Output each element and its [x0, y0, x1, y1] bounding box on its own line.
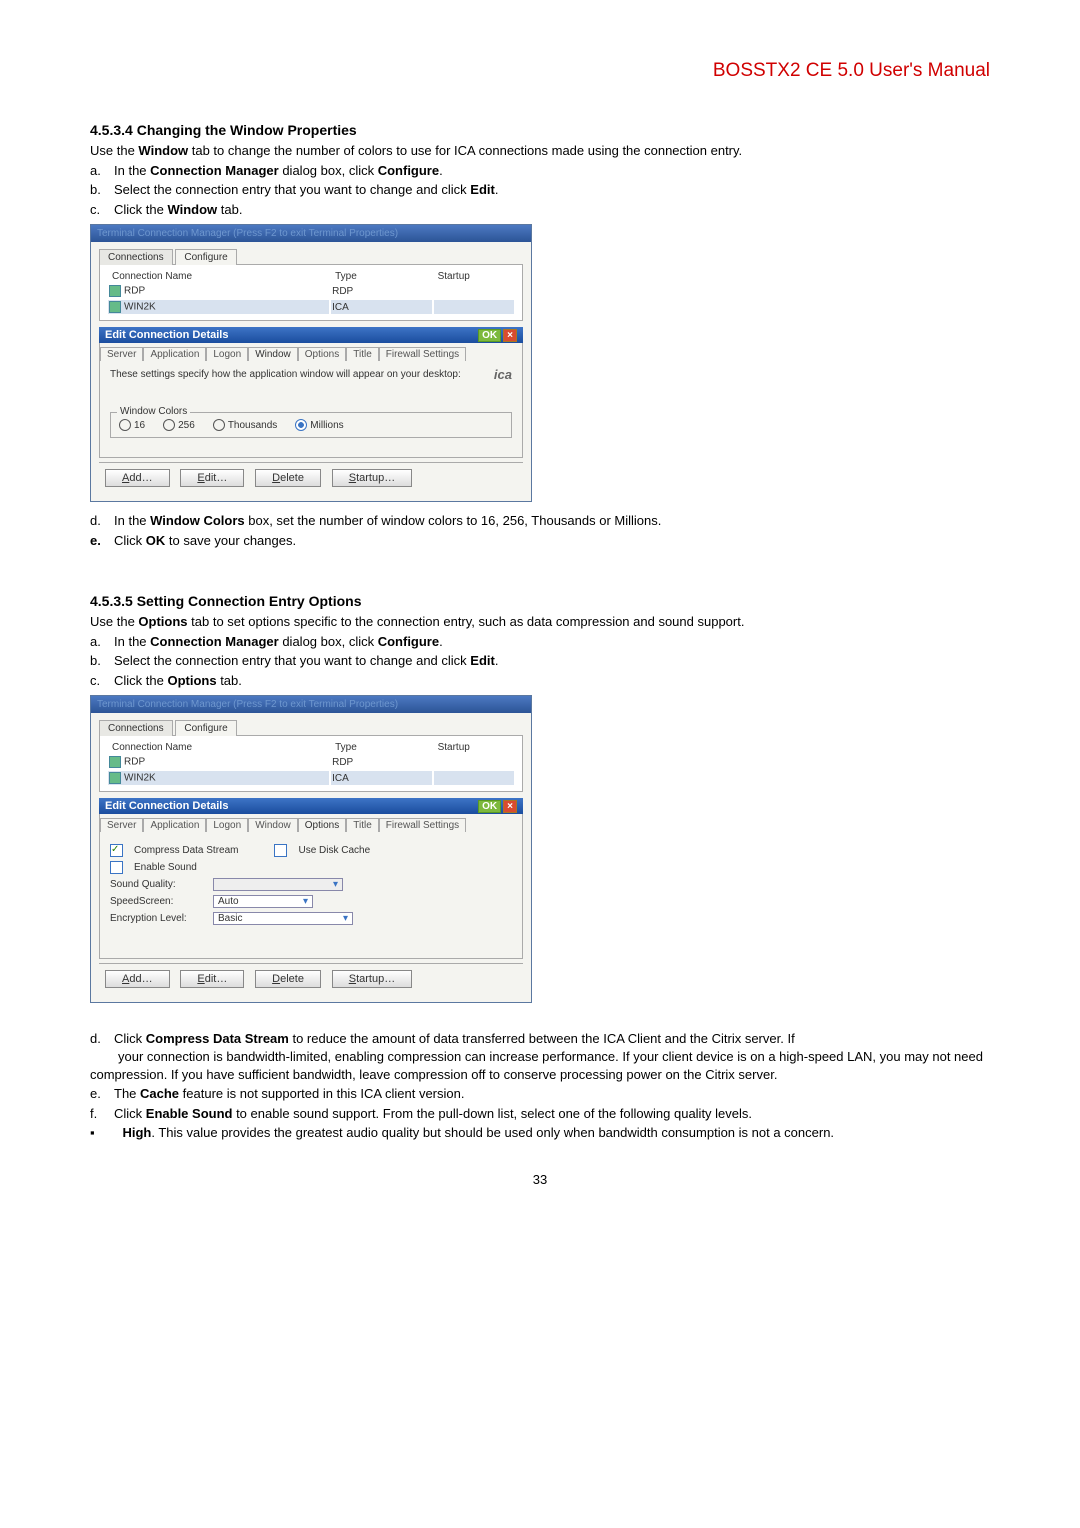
- section-intro: Use the Window tab to change the number …: [90, 142, 990, 160]
- table-row[interactable]: RDPRDP: [108, 284, 514, 298]
- screenshot-options-tab: Terminal Connection Manager (Press F2 to…: [90, 695, 532, 1003]
- radio-256[interactable]: 256: [163, 419, 195, 431]
- tab-connections[interactable]: Connections: [99, 249, 173, 265]
- lbl-speedscreen: SpeedScreen:: [110, 896, 205, 907]
- lbl-compress: Compress Data Stream: [134, 845, 238, 856]
- chk-enable-sound[interactable]: [110, 861, 123, 874]
- lbl-enable-sound: Enable Sound: [134, 862, 197, 873]
- tab-application[interactable]: Application: [143, 818, 206, 832]
- radio-thousands[interactable]: Thousands: [213, 419, 277, 431]
- step-f2: f.Click Enable Sound to enable sound sup…: [90, 1105, 990, 1123]
- lbl-sound-quality: Sound Quality:: [110, 879, 205, 890]
- step-e: e.Click OK to save your changes.: [90, 532, 990, 550]
- screenshot-window-tab: Terminal Connection Manager (Press F2 to…: [90, 224, 532, 502]
- edit-button[interactable]: Edit…: [180, 469, 244, 487]
- step-d2: d.Click Compress Data Stream to reduce t…: [90, 1030, 990, 1083]
- tab-configure[interactable]: Configure: [175, 249, 236, 265]
- close-icon[interactable]: ×: [503, 800, 517, 813]
- tab-options[interactable]: Options: [298, 347, 346, 361]
- step-e2: e.The Cache feature is not supported in …: [90, 1085, 990, 1103]
- window-colors-fieldset: Window Colors 16 256 Thousands Millions: [110, 412, 512, 438]
- table-row[interactable]: WIN2KICA: [108, 300, 514, 314]
- tab-application[interactable]: Application: [143, 347, 206, 361]
- chk-disk-cache[interactable]: [274, 844, 287, 857]
- ica-logo: ica: [494, 367, 512, 382]
- table-row[interactable]: WIN2KICA: [108, 771, 514, 785]
- step-b2: b.Select the connection entry that you w…: [90, 652, 990, 670]
- tab-title[interactable]: Title: [346, 818, 379, 832]
- col-startup: Startup: [434, 271, 514, 282]
- window-title: Terminal Connection Manager (Press F2 to…: [91, 225, 531, 242]
- section-heading-options: 4.5.3.5 Setting Connection Entry Options: [90, 593, 990, 609]
- lbl-disk-cache: Use Disk Cache: [298, 845, 370, 856]
- col-type: Type: [331, 271, 432, 282]
- tab-configure[interactable]: Configure: [175, 720, 236, 736]
- manual-header: BOSSTX2 CE 5.0 User's Manual: [90, 60, 990, 82]
- combo-sound-quality[interactable]: ▾: [213, 878, 343, 891]
- window-desc: These settings specify how the applicati…: [110, 369, 512, 380]
- col-name: Connection Name: [108, 742, 329, 753]
- tab-logon[interactable]: Logon: [206, 347, 248, 361]
- edit-button[interactable]: Edit…: [180, 970, 244, 988]
- col-startup: Startup: [434, 742, 514, 753]
- chevron-down-icon: ▾: [333, 879, 338, 890]
- page-number: 33: [90, 1172, 990, 1187]
- startup-button[interactable]: Startup…: [332, 469, 412, 487]
- step-c: c.Click the Window tab.: [90, 201, 990, 219]
- combo-speedscreen[interactable]: Auto▾: [213, 895, 313, 908]
- edit-details-title: Edit Connection Details: [105, 329, 228, 341]
- conn-icon: [109, 772, 121, 784]
- add-button[interactable]: Add…: [105, 970, 170, 988]
- table-row[interactable]: RDPRDP: [108, 755, 514, 769]
- combo-encryption[interactable]: Basic▾: [213, 912, 353, 925]
- delete-button[interactable]: Delete: [255, 970, 321, 988]
- chevron-down-icon: ▾: [343, 913, 348, 924]
- startup-button[interactable]: Startup…: [332, 970, 412, 988]
- step-c2: c.Click the Options tab.: [90, 672, 990, 690]
- chevron-down-icon: ▾: [303, 896, 308, 907]
- section-intro-2: Use the Options tab to set options speci…: [90, 613, 990, 631]
- bullet-high: ▪ High. This value provides the greatest…: [90, 1124, 990, 1142]
- step-a2: a.In the Connection Manager dialog box, …: [90, 633, 990, 651]
- radio-16[interactable]: 16: [119, 419, 145, 431]
- section-heading-window-props: 4.5.3.4 Changing the Window Properties: [90, 122, 990, 138]
- conn-icon: [109, 756, 121, 768]
- tab-window[interactable]: Window: [248, 347, 298, 361]
- delete-button[interactable]: Delete: [255, 469, 321, 487]
- window-title: Terminal Connection Manager (Press F2 to…: [91, 696, 531, 713]
- tab-connections[interactable]: Connections: [99, 720, 173, 736]
- radio-millions[interactable]: Millions: [295, 419, 343, 431]
- tab-options[interactable]: Options: [298, 818, 346, 832]
- step-b: b.Select the connection entry that you w…: [90, 181, 990, 199]
- tab-firewall[interactable]: Firewall Settings: [379, 347, 466, 361]
- tab-server[interactable]: Server: [100, 347, 143, 361]
- tab-logon[interactable]: Logon: [206, 818, 248, 832]
- ok-button[interactable]: OK: [478, 800, 501, 813]
- ok-button[interactable]: OK: [478, 329, 501, 342]
- conn-icon: [109, 285, 121, 297]
- legend-colors: Window Colors: [117, 406, 190, 417]
- chk-compress[interactable]: [110, 844, 123, 857]
- tab-title[interactable]: Title: [346, 347, 379, 361]
- lbl-encryption: Encryption Level:: [110, 913, 205, 924]
- tab-firewall[interactable]: Firewall Settings: [379, 818, 466, 832]
- edit-details-title: Edit Connection Details: [105, 800, 228, 812]
- tab-server[interactable]: Server: [100, 818, 143, 832]
- tab-window[interactable]: Window: [248, 818, 298, 832]
- col-name: Connection Name: [108, 271, 329, 282]
- step-d: d.In the Window Colors box, set the numb…: [90, 512, 990, 530]
- conn-icon: [109, 301, 121, 313]
- close-icon[interactable]: ×: [503, 329, 517, 342]
- add-button[interactable]: Add…: [105, 469, 170, 487]
- step-a: a.In the Connection Manager dialog box, …: [90, 162, 990, 180]
- col-type: Type: [331, 742, 432, 753]
